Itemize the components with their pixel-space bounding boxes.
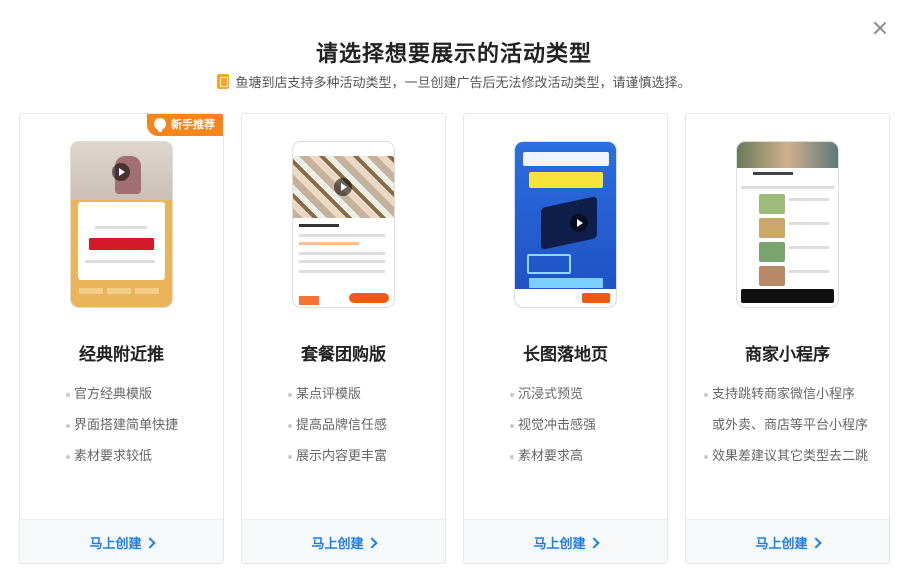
feature-list: 官方经典模版 界面搭建简单快捷 素材要求较低 xyxy=(66,386,178,479)
activity-type-cards: 新手推荐 经典附近推 官方经典模版 界面搭建简单快捷 素材要求较低 马上创建 套… xyxy=(19,113,891,565)
card-title: 长图落地页 xyxy=(523,345,608,365)
create-now-button[interactable]: 马上创建 xyxy=(755,533,822,552)
chevron-right-icon xyxy=(587,537,600,549)
card-footer: 马上创建 xyxy=(686,519,889,563)
card-footer: 马上创建 xyxy=(464,519,667,563)
lightbulb-icon xyxy=(154,118,166,132)
feature-list: 支持跳转商家微信小程序 或外卖、商店等平台小程序 效果差建议其它类型去二跳 xyxy=(704,386,868,479)
card-title: 经典附近推 xyxy=(79,345,164,365)
feature-item: 沉浸式预览 xyxy=(510,386,596,417)
badge-label: 新手推荐 xyxy=(171,118,215,131)
feature-item: 某点评模版 xyxy=(288,386,387,417)
template-preview-classic xyxy=(71,142,172,307)
card-classic-nearby[interactable]: 新手推荐 经典附近推 官方经典模版 界面搭建简单快捷 素材要求较低 马上创建 xyxy=(19,113,224,564)
card-package-groupbuy[interactable]: 套餐团购版 某点评模版 提高品牌信任感 展示内容更丰富 马上创建 xyxy=(241,113,446,564)
feature-item: 素材要求较低 xyxy=(66,448,178,479)
card-title: 套餐团购版 xyxy=(301,345,386,365)
feature-item: 支持跳转商家微信小程序 xyxy=(704,386,868,417)
document-tip-icon xyxy=(217,74,230,89)
play-icon xyxy=(334,178,352,196)
create-now-label: 马上创建 xyxy=(755,537,808,552)
create-now-button[interactable]: 马上创建 xyxy=(533,533,600,552)
chevron-right-icon xyxy=(365,537,378,549)
card-footer: 马上创建 xyxy=(20,519,223,563)
create-now-label: 马上创建 xyxy=(533,537,586,552)
feature-item: 视觉冲击感强 xyxy=(510,417,596,448)
feature-item: 效果差建议其它类型去二跳 xyxy=(704,448,868,479)
chevron-right-icon xyxy=(809,537,822,549)
create-now-label: 马上创建 xyxy=(311,537,364,552)
activity-type-modal: 请选择想要展示的活动类型 鱼塘到店支持多种活动类型，一旦创建广告后无法修改活动类… xyxy=(0,0,908,586)
create-now-label: 马上创建 xyxy=(89,537,142,552)
feature-list: 沉浸式预览 视觉冲击感强 素材要求高 xyxy=(510,386,596,479)
feature-item: 展示内容更丰富 xyxy=(288,448,387,479)
template-preview-groupbuy xyxy=(293,142,394,307)
card-long-image-landing[interactable]: 长图落地页 沉浸式预览 视觉冲击感强 素材要求高 马上创建 xyxy=(463,113,668,564)
card-footer: 马上创建 xyxy=(242,519,445,563)
subtitle-text: 鱼塘到店支持多种活动类型，一旦创建广告后无法修改活动类型，请谨慎选择。 xyxy=(235,76,691,91)
play-icon xyxy=(112,163,130,181)
card-merchant-miniprogram[interactable]: 商家小程序 支持跳转商家微信小程序 或外卖、商店等平台小程序 效果差建议其它类型… xyxy=(685,113,890,564)
feature-item: 素材要求高 xyxy=(510,448,596,479)
create-now-button[interactable]: 马上创建 xyxy=(311,533,378,552)
feature-item: 界面搭建简单快捷 xyxy=(66,417,178,448)
feature-item: 提高品牌信任感 xyxy=(288,417,387,448)
template-preview-miniprogram xyxy=(737,142,838,307)
modal-title: 请选择想要展示的活动类型 xyxy=(315,42,592,67)
modal-subtitle: 鱼塘到店支持多种活动类型，一旦创建广告后无法修改活动类型，请谨慎选择。 xyxy=(0,72,908,91)
feature-item: 或外卖、商店等平台小程序 xyxy=(712,418,869,433)
card-title: 商家小程序 xyxy=(745,345,830,365)
play-icon xyxy=(570,214,588,232)
beginner-recommend-badge: 新手推荐 xyxy=(147,114,223,136)
create-now-button[interactable]: 马上创建 xyxy=(89,533,156,552)
template-preview-long-image xyxy=(515,142,616,307)
feature-item: 官方经典模版 xyxy=(66,386,178,417)
close-icon[interactable] xyxy=(870,18,890,38)
chevron-right-icon xyxy=(143,537,156,549)
feature-list: 某点评模版 提高品牌信任感 展示内容更丰富 xyxy=(288,386,387,479)
